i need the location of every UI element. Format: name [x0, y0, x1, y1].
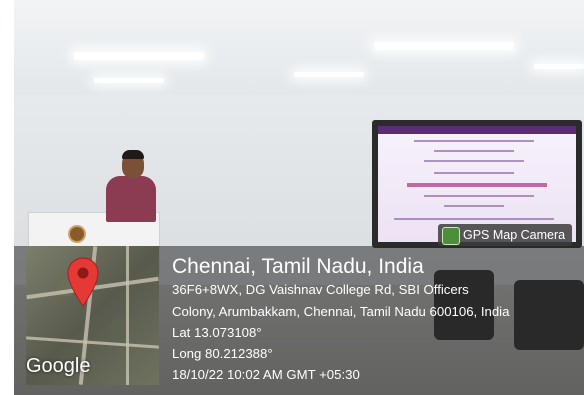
google-watermark: Google	[26, 355, 91, 377]
longitude: Long 80.212388°	[172, 346, 273, 361]
display-screen-heading	[407, 183, 547, 187]
location-pin-icon	[67, 257, 99, 307]
ceiling-light	[374, 42, 514, 50]
ceiling-light	[74, 52, 204, 60]
display-screen-titlebar	[378, 126, 576, 134]
ceiling-light	[94, 78, 164, 83]
display-screen-text-line	[424, 195, 534, 197]
display-screen-text-line	[444, 205, 504, 207]
display-screen-text-line	[424, 160, 524, 162]
address-line-2: Colony, Arumbakkam, Chennai, Tamil Nadu …	[172, 304, 510, 319]
map-road	[26, 336, 159, 349]
gps-map-camera-badge: GPS Map Camera	[438, 224, 572, 246]
display-screen-text-line	[414, 140, 534, 142]
ceiling-light	[294, 72, 364, 77]
map-road	[126, 246, 129, 385]
speaker-body	[106, 176, 156, 222]
display-screen-text-line	[434, 150, 514, 152]
gps-badge-label: GPS Map Camera	[463, 228, 566, 242]
latitude: Lat 13.073108°	[172, 325, 262, 340]
display-screen-text-line	[434, 172, 514, 174]
address-line-1: 36F6+8WX, DG Vaishnav College Rd, SBI Of…	[172, 282, 469, 297]
podium-emblem	[68, 225, 86, 243]
display-screen-text-line	[394, 218, 554, 220]
speaker-hair	[122, 150, 144, 159]
gps-map-camera-icon	[442, 227, 460, 245]
location-title: Chennai, Tamil Nadu, India	[172, 255, 424, 278]
datetime: 18/10/22 10:02 AM GMT +05:30	[172, 367, 360, 382]
ceiling-light	[534, 64, 584, 69]
